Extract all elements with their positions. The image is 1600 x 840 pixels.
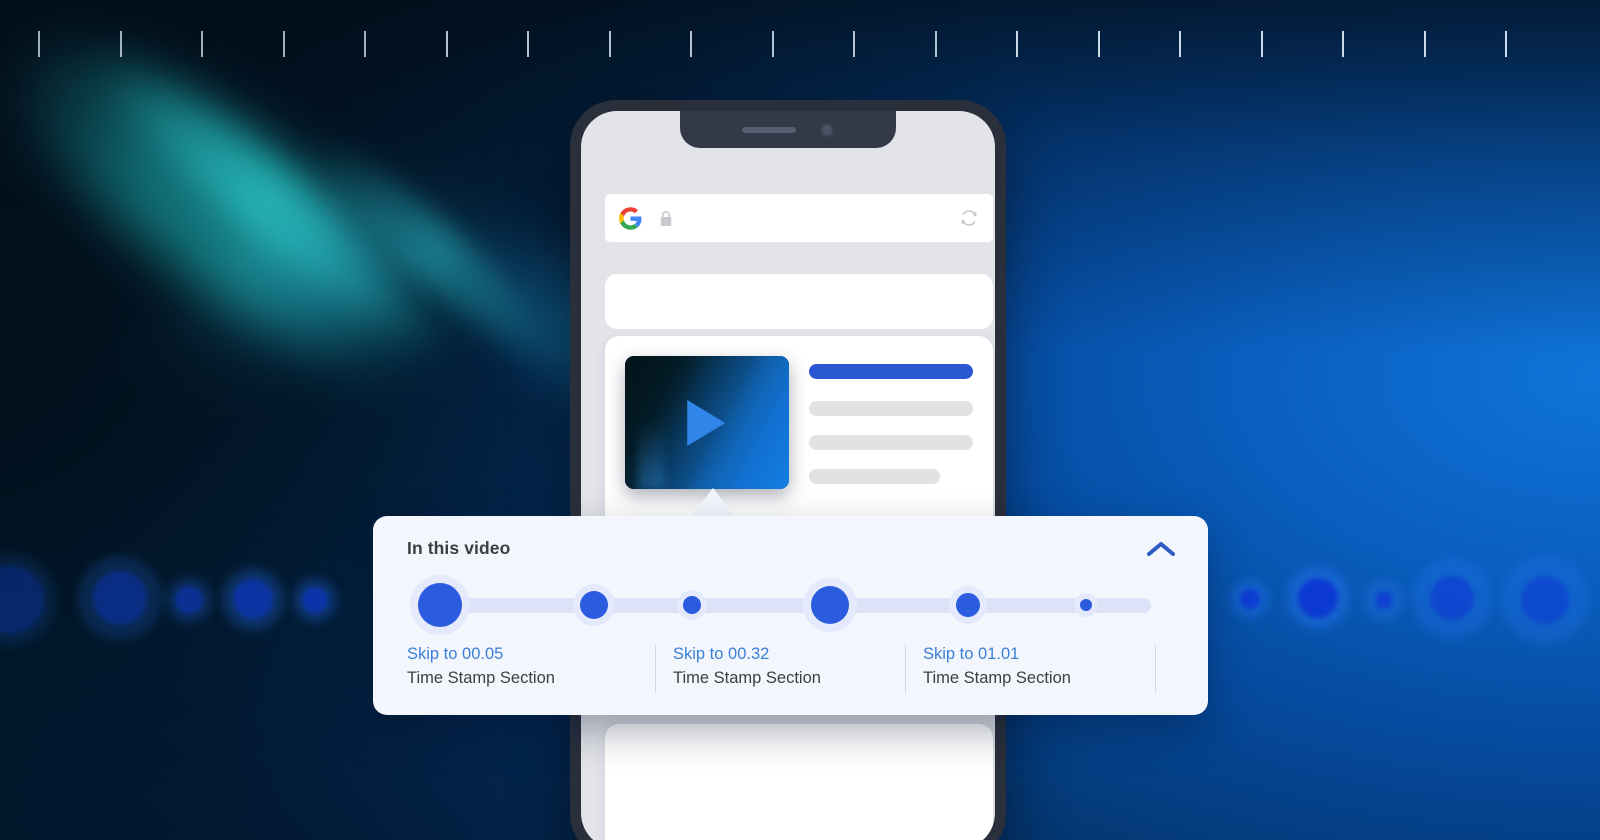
bokeh-dot-core: [1430, 576, 1474, 620]
tick-mark: [1342, 31, 1344, 57]
chevron-up-icon[interactable]: [1144, 538, 1178, 562]
timeline-node[interactable]: [572, 584, 615, 626]
tick-mark: [38, 31, 40, 57]
skip-to-link[interactable]: Skip to 00.32: [673, 643, 905, 667]
reload-icon[interactable]: [959, 208, 979, 228]
timeline-node[interactable]: [802, 578, 857, 632]
timestamp-section-label: Time Stamp Section: [923, 668, 1071, 687]
result-body-placeholder: [809, 469, 941, 484]
page-title: In this video: [407, 538, 511, 558]
tick-mark: [934, 31, 937, 57]
tick-mark: [1179, 31, 1181, 57]
timestamp-section-label: Time Stamp Section: [407, 668, 555, 687]
tick-mark: [445, 31, 448, 57]
timestamp-entry[interactable]: Skip to 00.32 Time Stamp Section: [655, 643, 905, 693]
bokeh-dot-core: [1298, 578, 1338, 618]
tick-mark: [1423, 31, 1426, 57]
bokeh-dot-core: [175, 586, 203, 614]
bokeh-dot-core: [302, 587, 328, 613]
timestamp-entry-truncated: [1155, 643, 1159, 693]
phone-notch: [680, 111, 896, 148]
phone-mockup: [570, 100, 1006, 840]
tick-mark: [1016, 31, 1018, 57]
timestamp-list: Skip to 00.05 Time Stamp Section Skip to 0…: [407, 643, 1178, 693]
timeline-node[interactable]: [410, 575, 470, 635]
timeline-node-dot[interactable]: [810, 586, 849, 624]
tick-mark: [282, 31, 285, 57]
tick-mark-row: [0, 0, 1600, 80]
tick-mark: [1505, 31, 1507, 57]
tick-mark: [119, 31, 122, 57]
lock-icon: [660, 210, 672, 226]
timeline-track[interactable]: [440, 598, 1151, 613]
bokeh-dot-core: [1240, 589, 1260, 609]
play-triangle-icon[interactable]: [687, 399, 726, 446]
timestamp-section-label: Time Stamp Section: [673, 668, 821, 687]
video-chapter-timeline[interactable]: [407, 575, 1178, 635]
result-body-placeholder: [809, 401, 973, 416]
skip-to-link[interactable]: Skip to 01.01: [923, 643, 1155, 667]
tick-mark: [1260, 31, 1263, 57]
timestamp-divider: [905, 645, 906, 693]
front-camera-icon: [820, 122, 834, 137]
thumbnail-highlight: [638, 419, 665, 489]
result-body-placeholder: [809, 435, 973, 450]
in-this-video-panel: In this video Skip to 00.05 Time Stamp Se…: [373, 516, 1208, 715]
bokeh-dot-core: [93, 571, 147, 625]
skip-to-link[interactable]: Skip to 00.05: [407, 643, 655, 667]
google-g-icon: [619, 206, 642, 230]
tick-mark: [771, 31, 774, 57]
timeline-node-dot[interactable]: [955, 593, 980, 617]
timestamp-divider: [1155, 645, 1156, 693]
timeline-node-dot[interactable]: [579, 591, 608, 619]
bokeh-dot-core: [1375, 591, 1393, 609]
panel-pointer-arrow: [690, 488, 736, 518]
browser-address-bar[interactable]: [605, 194, 993, 242]
timeline-node[interactable]: [1073, 593, 1098, 617]
timestamp-entry[interactable]: Skip to 01.01 Time Stamp Section: [905, 643, 1155, 693]
tick-mark: [527, 31, 529, 57]
bokeh-dot-core: [1521, 576, 1569, 624]
video-thumbnail[interactable]: [625, 356, 789, 489]
timeline-node[interactable]: [948, 586, 987, 624]
tick-mark: [201, 31, 203, 57]
result-title-placeholder: [809, 364, 973, 379]
bokeh-dot-core: [233, 579, 273, 619]
tick-mark: [690, 31, 692, 57]
timestamp-divider: [655, 645, 656, 693]
timestamp-entry[interactable]: Skip to 00.05 Time Stamp Section: [407, 643, 655, 691]
timeline-node-dot[interactable]: [418, 583, 462, 627]
tick-mark: [364, 31, 366, 57]
speaker-grille-icon: [742, 126, 796, 133]
blank-content-block: [605, 274, 993, 329]
lower-content-card: [605, 724, 993, 840]
panel-header: In this video: [407, 538, 1178, 562]
timeline-node-dot[interactable]: [683, 596, 702, 614]
tick-mark: [608, 31, 611, 57]
timeline-node-dot[interactable]: [1079, 599, 1092, 611]
phone-screen: [581, 111, 995, 840]
timeline-node[interactable]: [677, 590, 708, 620]
tick-mark: [853, 31, 855, 57]
tick-mark: [1097, 31, 1100, 57]
